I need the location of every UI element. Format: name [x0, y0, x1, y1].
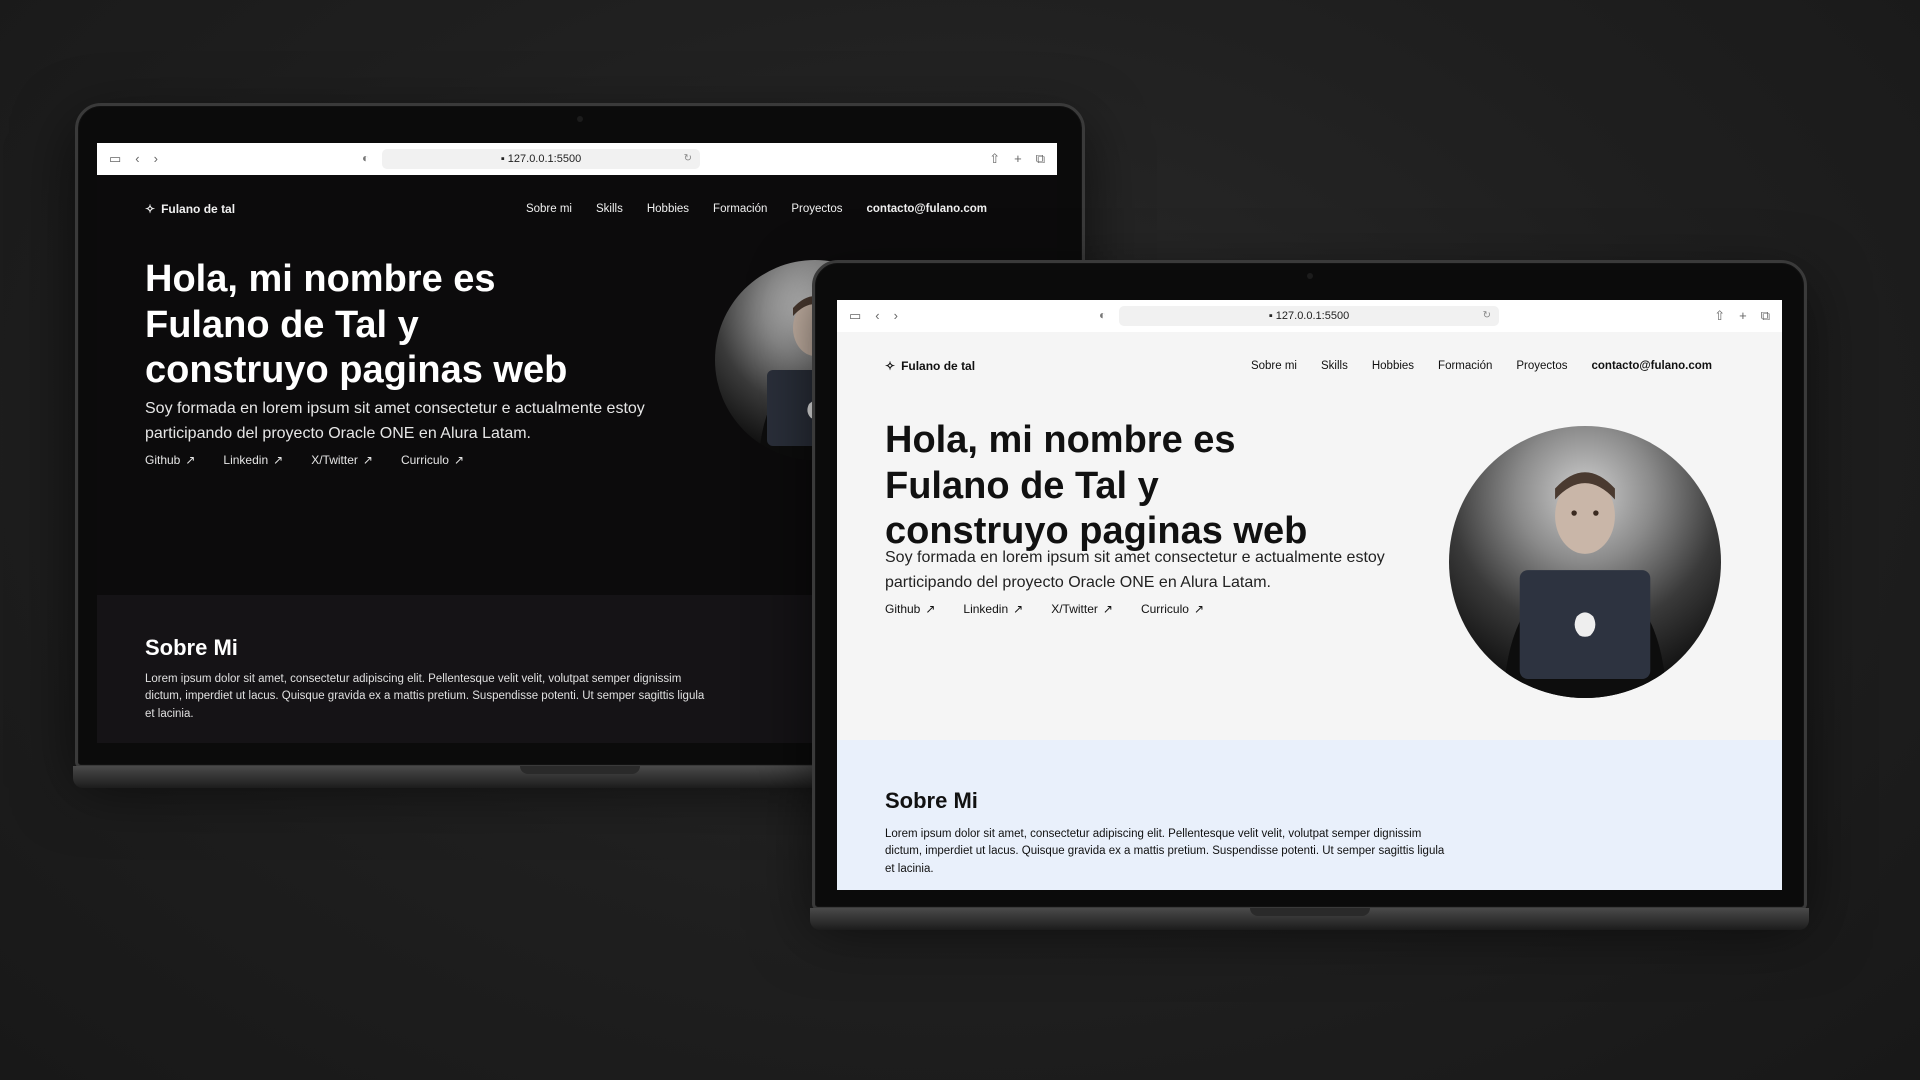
- sparkles-icon: ✧: [885, 359, 896, 373]
- curriculo-link[interactable]: Curriculo ↗: [1141, 602, 1204, 616]
- reload-icon[interactable]: ↻: [684, 149, 692, 169]
- address-bar[interactable]: ▪ 127.0.0.1:5500 ↻: [1119, 306, 1499, 326]
- brand-name: Fulano de tal: [161, 202, 236, 216]
- reload-icon[interactable]: ↻: [1483, 306, 1491, 326]
- url-text: 127.0.0.1:5500: [507, 153, 582, 165]
- twitter-link[interactable]: X/Twitter ↗: [311, 453, 373, 467]
- github-link-label: Github: [145, 453, 181, 467]
- laptop-base: [810, 908, 1809, 930]
- hero-title: Hola, mi nombre es Fulano de Tal y const…: [145, 258, 568, 392]
- linkedin-link-label: Linkedin: [223, 453, 269, 467]
- twitter-link-label: X/Twitter: [1051, 602, 1098, 616]
- nav-link-formacion[interactable]: Formación: [1438, 360, 1492, 372]
- browser-right-controls: ⇧ + ⧉: [989, 151, 1045, 167]
- arrow-up-right-icon: ↗: [273, 453, 284, 467]
- url-lock: ▪: [1268, 310, 1276, 322]
- nav-link-sobre-mi[interactable]: Sobre mi: [526, 203, 572, 215]
- browser-toolbar: ▭ ‹ › ◐ ▪ 127.0.0.1:5500 ↻ ⇧ + ⧉: [837, 300, 1782, 333]
- share-icon[interactable]: ⇧: [1714, 308, 1725, 324]
- arrow-up-right-icon: ↗: [1013, 602, 1024, 616]
- linkedin-link-label: Linkedin: [963, 602, 1009, 616]
- github-link[interactable]: Github ↗: [885, 602, 935, 616]
- laptop-light-theme: ▭ ‹ › ◐ ▪ 127.0.0.1:5500 ↻ ⇧ + ⧉ ✧ Fulan…: [810, 260, 1809, 930]
- brand[interactable]: ✧ Fulano de tal: [145, 202, 235, 216]
- profile-photo-illustration: [1503, 472, 1667, 698]
- github-link-label: Github: [885, 602, 921, 616]
- social-links: Github ↗ Linkedin ↗ X/Twitter ↗ Curriculo ↗: [145, 453, 464, 467]
- arrow-up-right-icon: ↗: [1193, 602, 1205, 616]
- profile-photo: [1449, 426, 1721, 698]
- social-links: Github ↗ Linkedin ↗ X/Twitter ↗ Curriculo ↗: [885, 602, 1204, 616]
- share-icon[interactable]: ⇧: [989, 151, 1000, 167]
- arrow-up-right-icon: ↗: [362, 453, 373, 467]
- about-text: Lorem ipsum dolor sit amet, consectetur …: [885, 828, 1445, 875]
- sidebar-icon[interactable]: ▭: [849, 308, 861, 324]
- laptop-notch: [1249, 908, 1370, 916]
- browser-left-controls: ▭ ‹ ›: [849, 308, 898, 324]
- curriculo-link[interactable]: Curriculo ↗: [401, 453, 464, 467]
- chevron-right-icon[interactable]: ›: [154, 151, 158, 167]
- nav-link-sobre-mi[interactable]: Sobre mi: [1251, 360, 1297, 372]
- tabs-icon[interactable]: ⧉: [1036, 151, 1045, 167]
- chevron-left-icon[interactable]: ‹: [135, 151, 139, 167]
- arrow-up-right-icon: ↗: [1102, 602, 1113, 616]
- nav-link-skills[interactable]: Skills: [596, 203, 623, 215]
- nav-links: Sobre mi Skills Hobbies Formación Proyec…: [1251, 360, 1712, 372]
- contact-email-link[interactable]: contacto@fulano.com: [867, 203, 987, 215]
- linkedin-link[interactable]: Linkedin ↗: [963, 602, 1023, 616]
- site-nav: ✧ Fulano de tal Sobre mi Skills Hobbies …: [885, 354, 1712, 378]
- about-heading: Sobre Mi: [885, 788, 978, 813]
- contact-email-link[interactable]: contacto@fulano.com: [1592, 360, 1712, 372]
- nav-link-skills[interactable]: Skills: [1321, 360, 1348, 372]
- nav-link-proyectos[interactable]: Proyectos: [1516, 360, 1567, 372]
- curriculo-link-label: Curriculo: [400, 453, 449, 467]
- chevron-right-icon[interactable]: ›: [894, 308, 898, 324]
- brand-name: Fulano de tal: [901, 359, 976, 373]
- github-link[interactable]: Github ↗: [145, 453, 195, 467]
- nav-link-proyectos[interactable]: Proyectos: [791, 203, 842, 215]
- twitter-link-label: X/Twitter: [311, 453, 358, 467]
- nav-link-formacion[interactable]: Formación: [713, 203, 767, 215]
- webpage: ✧ Fulano de tal Sobre mi Skills Hobbies …: [837, 332, 1782, 890]
- brand[interactable]: ✧ Fulano de tal: [885, 359, 975, 373]
- shield-icon[interactable]: ◐: [1099, 308, 1106, 322]
- tabs-icon[interactable]: ⧉: [1761, 308, 1770, 324]
- camera: [577, 116, 583, 122]
- arrow-up-right-icon: ↗: [185, 453, 196, 467]
- sparkles-icon: ✧: [145, 202, 156, 216]
- nav-link-hobbies[interactable]: Hobbies: [647, 203, 689, 215]
- about-text: Lorem ipsum dolor sit amet, consectetur …: [145, 673, 705, 720]
- about-heading: Sobre Mi: [145, 635, 238, 660]
- nav-link-hobbies[interactable]: Hobbies: [1372, 360, 1414, 372]
- plus-icon[interactable]: +: [1739, 308, 1747, 324]
- address-bar[interactable]: ▪ 127.0.0.1:5500 ↻: [382, 149, 700, 169]
- linkedin-link[interactable]: Linkedin ↗: [223, 453, 283, 467]
- site-nav: ✧ Fulano de tal Sobre mi Skills Hobbies …: [145, 197, 987, 221]
- about-section: Sobre Mi Lorem ipsum dolor sit amet, con…: [837, 740, 1782, 890]
- nav-links: Sobre mi Skills Hobbies Formación Proyec…: [526, 203, 987, 215]
- camera: [1306, 273, 1313, 279]
- url-text: 127.0.0.1:5500: [1275, 310, 1350, 322]
- shield-icon[interactable]: ◐: [362, 151, 369, 165]
- hero-description: Soy formada en lorem ipsum sit amet cons…: [145, 400, 645, 442]
- twitter-link[interactable]: X/Twitter ↗: [1051, 602, 1113, 616]
- curriculo-link-label: Curriculo: [1140, 602, 1189, 616]
- sidebar-icon[interactable]: ▭: [109, 151, 121, 167]
- arrow-up-right-icon: ↗: [925, 602, 936, 616]
- plus-icon[interactable]: +: [1014, 151, 1022, 167]
- laptop-screen: ▭ ‹ › ◐ ▪ 127.0.0.1:5500 ↻ ⇧ + ⧉ ✧ Fulan…: [837, 300, 1782, 890]
- arrow-up-right-icon: ↗: [453, 453, 465, 467]
- chevron-left-icon[interactable]: ‹: [875, 308, 879, 324]
- laptop-notch: [520, 766, 640, 774]
- hero-title: Hola, mi nombre es Fulano de Tal y const…: [885, 419, 1308, 553]
- browser-toolbar: ▭ ‹ › ◐ ▪ 127.0.0.1:5500 ↻ ⇧ + ⧉: [97, 143, 1057, 176]
- url-lock: ▪: [500, 153, 508, 165]
- hero-description: Soy formada en lorem ipsum sit amet cons…: [885, 549, 1385, 591]
- browser-right-controls: ⇧ + ⧉: [1714, 308, 1770, 324]
- browser-left-controls: ▭ ‹ ›: [109, 151, 158, 167]
